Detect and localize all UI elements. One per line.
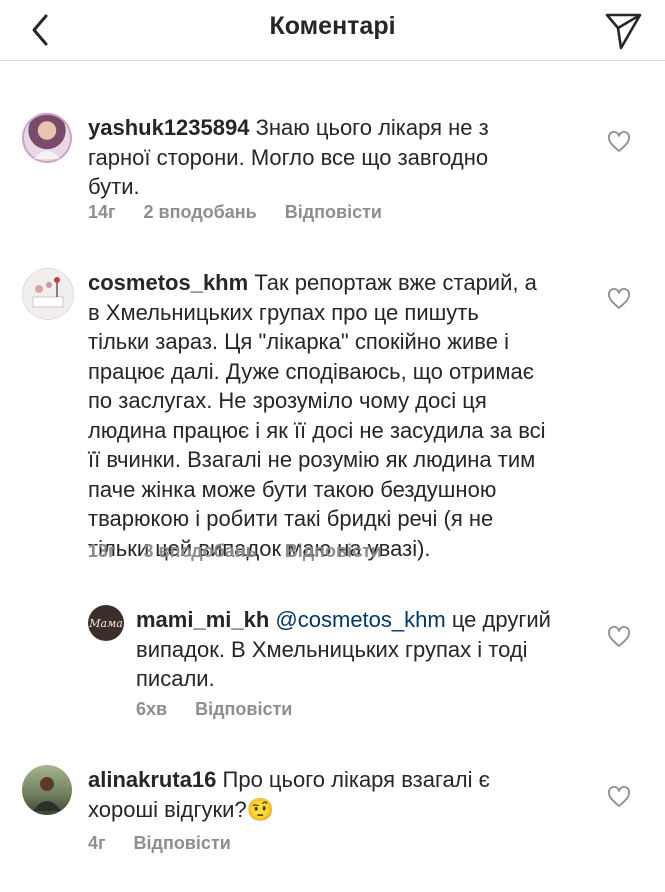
like-heart-icon[interactable] xyxy=(607,287,631,311)
comment-username[interactable]: yashuk1235894 xyxy=(88,115,249,140)
reply-button[interactable]: Відповісти xyxy=(285,202,382,223)
comment-time: 14г xyxy=(88,202,116,222)
like-heart-icon[interactable] xyxy=(607,785,631,809)
emoji: 🤨 xyxy=(246,796,275,822)
comment-username[interactable]: cosmetos_khm xyxy=(88,270,248,295)
avatar-label: Мама xyxy=(89,616,123,630)
comment-body: Так репортаж вже старий, а в Хмельницьки… xyxy=(88,270,546,561)
reply-button[interactable]: Відповісти xyxy=(285,541,382,562)
comment-time: 4г xyxy=(88,833,106,853)
avatar-image-icon xyxy=(32,277,64,308)
comment-text: alinakruta16 Про цього лікаря взагалі є … xyxy=(88,765,608,824)
avatar-image-icon xyxy=(22,113,72,163)
comment-meta: 4г Відповісти xyxy=(88,833,259,854)
comment-text: mami_mi_kh @cosmetos_khm це другий випад… xyxy=(136,605,606,694)
comment-time: 6хв xyxy=(136,699,168,719)
comment-time: 13г xyxy=(88,541,116,561)
avatar[interactable] xyxy=(22,268,74,320)
comment-meta: 13г 3 вподобань Відповісти xyxy=(88,541,410,562)
reply-button[interactable]: Відповісти xyxy=(195,699,292,720)
avatar[interactable]: Мама xyxy=(88,605,124,641)
comment-likes[interactable]: 2 вподобань xyxy=(144,202,257,223)
reply-button[interactable]: Відповісти xyxy=(134,833,231,854)
comment-text: yashuk1235894 Знаю цього лікаря не з гар… xyxy=(88,113,608,202)
mention-link[interactable]: @cosmetos_khm xyxy=(275,607,445,632)
avatar[interactable] xyxy=(22,765,72,815)
avatar[interactable] xyxy=(22,113,72,163)
comment-meta: 6хв Відповісти xyxy=(136,699,320,720)
like-heart-icon[interactable] xyxy=(607,130,631,154)
header-bar: Коментарі xyxy=(0,0,665,61)
comment-meta: 14г 2 вподобань Відповісти xyxy=(88,202,410,223)
comment-text: cosmetos_khm Так репортаж вже старий, а … xyxy=(88,268,618,563)
comment-username[interactable]: alinakruta16 xyxy=(88,767,216,792)
avatar-image-icon xyxy=(33,777,61,811)
send-icon[interactable] xyxy=(601,8,645,52)
comment-likes[interactable]: 3 вподобань xyxy=(144,541,257,562)
comment-username[interactable]: mami_mi_kh xyxy=(136,607,269,632)
page-title: Коментарі xyxy=(269,12,396,40)
like-heart-icon[interactable] xyxy=(607,625,631,649)
